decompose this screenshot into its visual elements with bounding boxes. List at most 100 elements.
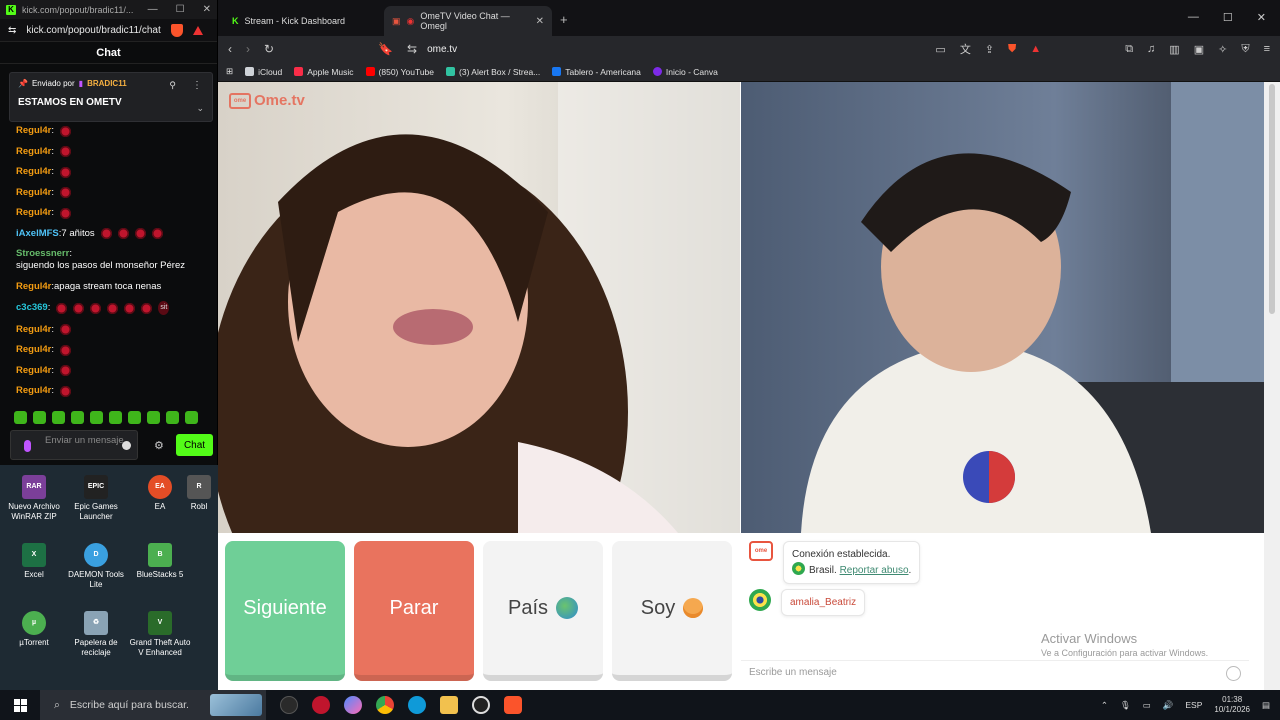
leo-ai-icon[interactable]: ✧ — [1218, 43, 1227, 56]
desktop-icon-winrar[interactable]: RAR Nuevo Archivo WinRAR ZIP — [0, 475, 68, 522]
emote-icon[interactable] — [109, 411, 122, 424]
brave-rewards-icon[interactable]: ▲ — [1030, 43, 1041, 55]
maximize-icon[interactable]: ☐ — [176, 4, 185, 15]
site-settings-icon[interactable]: ⇆ — [407, 42, 417, 56]
emote-icon[interactable] — [52, 411, 65, 424]
chat-username[interactable]: c3c369 — [16, 302, 48, 314]
volume-icon[interactable]: 🔊 — [1163, 700, 1174, 711]
tab-label[interactable]: Stream - Kick Dashboard — [245, 16, 346, 26]
bookmark-icloud[interactable]: iCloud — [245, 67, 282, 77]
unpin-icon[interactable]: ⚲ — [169, 80, 176, 91]
clock[interactable]: 01:38 10/1/2026 — [1214, 695, 1250, 715]
bookmark-label[interactable]: (3) Alert Box / Strea... — [459, 67, 540, 77]
page-scrollbar[interactable] — [1264, 82, 1280, 690]
bookmark-tablero[interactable]: Tablero - Americana — [552, 67, 641, 77]
bookmark-label[interactable]: Inicio - Canva — [666, 67, 718, 77]
tab-kick-dashboard[interactable]: K Stream - Kick Dashboard — [224, 6, 384, 36]
desktop-icon-epic[interactable]: EPIC Epic Games Launcher — [62, 475, 130, 522]
emote-icon[interactable] — [33, 411, 46, 424]
chat-username[interactable]: iAxelMFS — [16, 228, 59, 240]
brave-shield-icon[interactable]: ⛊ — [1008, 43, 1016, 56]
minimize-icon[interactable]: — — [148, 4, 158, 15]
back-icon[interactable]: ‹ — [228, 42, 232, 56]
desktop-icon-recycle-bin[interactable]: ♻ Papelera de reciclaje — [62, 611, 130, 658]
translate-icon[interactable]: 文 — [960, 41, 971, 57]
chat-username[interactable]: Regul4r — [16, 324, 51, 336]
gear-icon[interactable]: ⚙ — [154, 439, 164, 452]
chat-username[interactable]: Regul4r — [16, 187, 51, 199]
bookmark-label[interactable]: Apple Music — [307, 67, 353, 77]
share-icon[interactable]: ⇪ — [985, 43, 994, 56]
start-button[interactable] — [0, 690, 40, 720]
maximize-icon[interactable]: ☐ — [1223, 11, 1233, 24]
reload-icon[interactable]: ↻ — [264, 42, 274, 56]
emote-icon[interactable] — [71, 411, 84, 424]
url-field[interactable]: ome.tv — [427, 44, 457, 55]
emoji-icon[interactable] — [122, 441, 131, 450]
desktop-icon-utorrent[interactable]: µ µTorrent — [0, 611, 68, 648]
emote-icon[interactable] — [128, 411, 141, 424]
close-icon[interactable]: ✕ — [1257, 11, 1266, 24]
kick-url-text[interactable]: kick.com/popout/bradic11/chat — [26, 25, 160, 36]
gender-button[interactable]: Soy — [612, 541, 732, 681]
clock-date[interactable]: 10/1/2026 — [1214, 705, 1250, 715]
message-input[interactable]: Escribe un mensaje — [741, 660, 1249, 686]
taskbar-search-placeholder[interactable]: Escribe aquí para buscar. — [70, 699, 189, 711]
emote-icon[interactable] — [147, 411, 160, 424]
brave-shield-icon[interactable] — [170, 23, 183, 37]
emote-icon[interactable] — [166, 411, 179, 424]
chevron-down-icon[interactable]: ⌄ — [196, 103, 204, 114]
chat-username[interactable]: Regul4r — [16, 281, 51, 293]
site-settings-icon[interactable]: ⇆ — [8, 25, 16, 36]
bookmark-label[interactable]: Tablero - Americana — [565, 67, 641, 77]
minimize-icon[interactable]: — — [1188, 11, 1199, 24]
notifications-icon[interactable]: ▤ — [1262, 700, 1270, 711]
more-options-icon[interactable]: ⋮ — [192, 80, 202, 91]
network-icon[interactable]: ▭ — [1143, 700, 1151, 711]
brave-rewards-icon[interactable] — [192, 25, 203, 35]
pinned-message[interactable]: 📌 Enviado por ▮ BRADIC11 ESTAMOS EN OMET… — [9, 72, 213, 122]
tab-ometv[interactable]: ▣ ◉ OmeTV Video Chat — Omegl ✕ — [384, 6, 552, 36]
chat-input[interactable]: Enviar un mensaje — [10, 430, 138, 460]
gender-button-label[interactable]: Soy — [641, 597, 675, 620]
new-tab-icon[interactable]: + — [560, 12, 568, 27]
language-indicator[interactable]: ESP — [1185, 700, 1202, 710]
edge-icon[interactable] — [408, 696, 426, 714]
wallet-icon[interactable]: ▣ — [1194, 43, 1204, 56]
chat-username[interactable]: Regul4r — [16, 125, 51, 137]
bookmark-canva[interactable]: Inicio - Canva — [652, 67, 718, 77]
desktop-icon-excel[interactable]: X Excel — [0, 543, 68, 580]
emoji-icon[interactable] — [1226, 666, 1241, 681]
chat-username[interactable]: Regul4r — [16, 207, 51, 219]
pinned-user[interactable]: BRADIC11 — [87, 79, 127, 88]
file-explorer-icon[interactable] — [440, 696, 458, 714]
desktop-icon-gta[interactable]: V Grand Theft Auto V Enhanced — [126, 611, 194, 658]
forward-icon[interactable]: › — [246, 42, 250, 56]
chat-username[interactable]: Regul4r — [16, 344, 51, 356]
bookmark-youtube[interactable]: (850) YouTube — [365, 67, 434, 77]
stop-button-label[interactable]: Parar — [390, 597, 439, 620]
next-button-label[interactable]: Siguiente — [243, 597, 326, 620]
taskbar-search[interactable]: ⌕ Escribe aquí para buscar. — [40, 690, 266, 720]
apps-grid-icon[interactable]: ⊞ — [226, 66, 233, 77]
vpn-icon[interactable]: ⛨ — [1241, 43, 1249, 56]
chat-username[interactable]: Regul4r — [16, 385, 51, 397]
show-hidden-icons-icon[interactable]: ⌃ — [1101, 700, 1108, 711]
menu-icon[interactable]: ≡ — [1264, 43, 1270, 55]
chat-input-placeholder[interactable]: Enviar un mensaje — [45, 435, 124, 446]
chat-username[interactable]: Regul4r — [16, 166, 51, 178]
bookmark-icon[interactable]: 🔖 — [378, 42, 393, 56]
next-button[interactable]: Siguiente — [225, 541, 345, 681]
chat-username[interactable]: Regul4r — [16, 365, 51, 377]
desktop-icon-bluestacks[interactable]: B BlueStacks 5 — [126, 543, 194, 580]
obs-icon[interactable] — [312, 696, 330, 714]
close-icon[interactable]: ✕ — [203, 4, 211, 15]
bookmark-label[interactable]: (850) YouTube — [379, 67, 434, 77]
tab-label[interactable]: OmeTV Video Chat — Omegl — [420, 11, 529, 31]
country-button-label[interactable]: País — [508, 597, 548, 620]
country-button[interactable]: País — [483, 541, 603, 681]
task-view-icon[interactable] — [280, 696, 298, 714]
screenshot-icon[interactable]: ⧉ — [1125, 43, 1133, 56]
chat-username[interactable]: Regul4r — [16, 146, 51, 158]
sidebar-icon[interactable]: ▥ — [1169, 43, 1179, 56]
